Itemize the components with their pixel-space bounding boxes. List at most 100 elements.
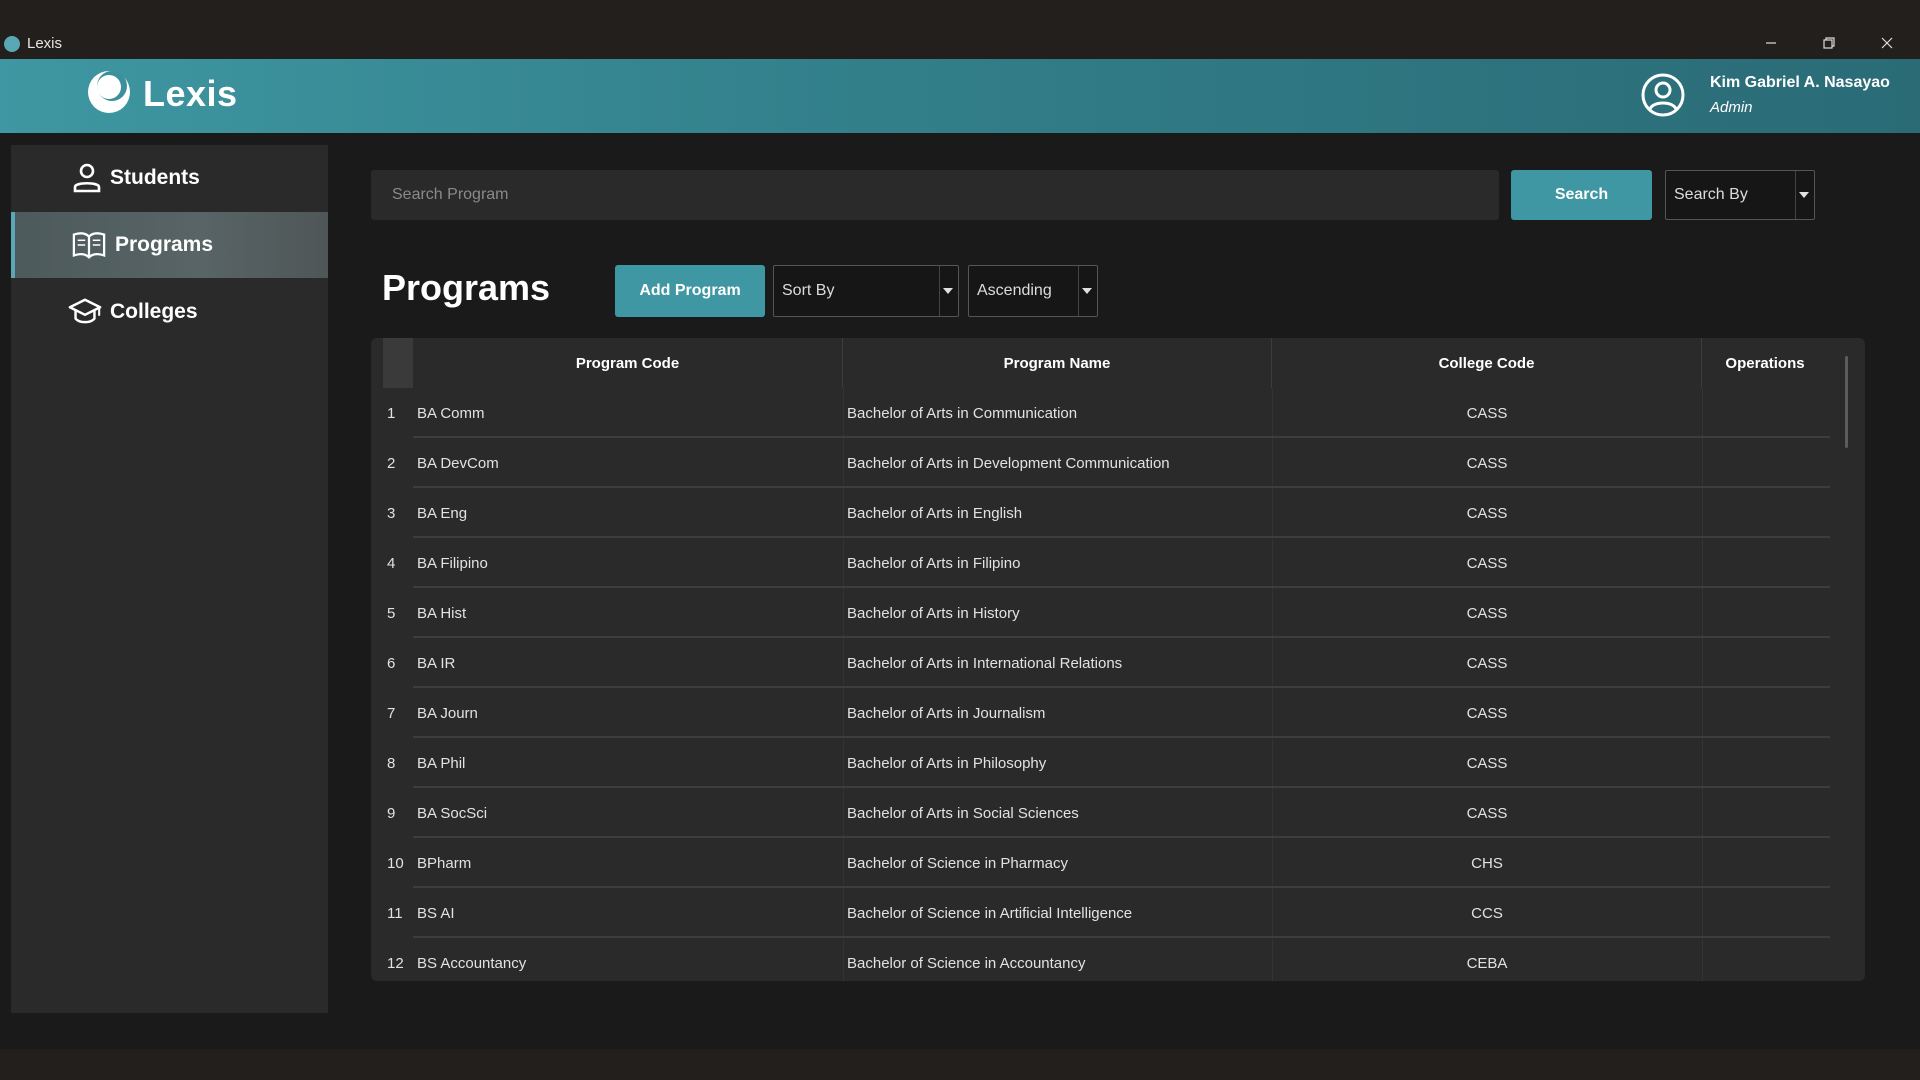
cell-program-code: BA DevCom: [417, 454, 499, 472]
row-index: 10: [387, 854, 404, 872]
table-row[interactable]: 8 BA Phil Bachelor of Arts in Philosophy CA…: [371, 738, 1865, 788]
sidebar: Students Programs Colleges: [11, 145, 328, 1013]
cell-operations[interactable]: [1702, 888, 1828, 938]
table-row[interactable]: 1 BA Comm Bachelor of Arts in Communicatio…: [371, 388, 1865, 438]
column-divider: [1272, 738, 1273, 788]
column-divider: [843, 838, 844, 888]
cell-program-name: Bachelor of Arts in Social Sciences: [847, 804, 1079, 822]
cell-program-code: BS AI: [417, 904, 455, 922]
column-divider: [843, 538, 844, 588]
cell-program-code: BA Eng: [417, 504, 468, 522]
column-divider: [1702, 688, 1703, 738]
table-row[interactable]: 6 BA IR Bachelor of Arts in International …: [371, 638, 1865, 688]
column-divider: [843, 438, 844, 488]
minimize-button[interactable]: [1751, 30, 1791, 56]
cell-operations[interactable]: [1702, 788, 1828, 838]
column-divider: [1702, 438, 1703, 488]
cell-college-code: CCS: [1471, 904, 1503, 922]
column-divider: [843, 638, 844, 688]
cell-program-name: Bachelor of Arts in History: [847, 604, 1020, 622]
table-row[interactable]: 12 BS Accountancy Bachelor of Science in A…: [371, 938, 1865, 981]
cell-program-code: BA Comm: [417, 404, 485, 422]
dropdown-separator: [1078, 266, 1079, 316]
minimize-icon: [1766, 42, 1776, 44]
cell-college-code: CASS: [1466, 504, 1508, 522]
table-row[interactable]: 7 BA Journ Bachelor of Arts in Journalism C…: [371, 688, 1865, 738]
row-index: 8: [387, 754, 396, 772]
cell-operations[interactable]: [1702, 738, 1828, 788]
column-divider: [843, 788, 844, 838]
column-header-program-name[interactable]: Program Name: [843, 338, 1272, 388]
sidebar-item-colleges[interactable]: Colleges: [11, 279, 328, 345]
column-divider: [1702, 838, 1703, 888]
programs-table: Program Code Program Name College Code O…: [371, 338, 1865, 981]
cell-college-code: CEBA: [1466, 954, 1508, 972]
table-row[interactable]: 11 BS AI Bachelor of Science in Artificial…: [371, 888, 1865, 938]
cell-program-name: Bachelor of Arts in Filipino: [847, 554, 1021, 572]
restore-icon: [1823, 37, 1835, 49]
cell-college-code: CASS: [1466, 754, 1508, 772]
cell-operations[interactable]: [1702, 538, 1828, 588]
cell-college-code: CHS: [1471, 854, 1503, 872]
row-index: 12: [387, 954, 404, 972]
restore-button[interactable]: [1809, 30, 1849, 56]
column-divider: [843, 938, 844, 981]
search-button[interactable]: Search: [1511, 170, 1652, 220]
table-row[interactable]: 3 BA Eng Bachelor of Arts in English CASS: [371, 488, 1865, 538]
table-scrollbar[interactable]: [1845, 356, 1848, 448]
search-by-dropdown[interactable]: Search By: [1665, 170, 1815, 220]
add-program-button[interactable]: Add Program: [615, 265, 765, 317]
cell-college-code: CASS: [1466, 804, 1508, 822]
row-index: 3: [387, 504, 396, 522]
cell-operations[interactable]: [1702, 838, 1828, 888]
close-button[interactable]: [1867, 30, 1907, 56]
cell-operations[interactable]: [1702, 388, 1828, 438]
column-divider: [1702, 388, 1703, 438]
column-divider: [1272, 788, 1273, 838]
cell-operations[interactable]: [1702, 638, 1828, 688]
user-icon: [73, 163, 101, 193]
cell-operations[interactable]: [1702, 588, 1828, 638]
column-divider: [1272, 388, 1273, 438]
cell-college-code: CASS: [1466, 454, 1508, 472]
column-header-operations: Operations: [1725, 354, 1805, 372]
cell-program-name: Bachelor of Science in Artificial Intell…: [847, 904, 1133, 922]
cell-program-code: BA Phil: [417, 754, 466, 772]
window-titlebar: Lexis: [0, 0, 1920, 59]
cell-program-name: Bachelor of Arts in Development Communic…: [847, 454, 1170, 472]
column-divider: [1272, 888, 1273, 938]
sidebar-item-students[interactable]: Students: [11, 145, 328, 211]
search-input[interactable]: [371, 170, 1499, 220]
column-divider: [1702, 788, 1703, 838]
table-row[interactable]: 10 BPharm Bachelor of Science in Pharmacy C…: [371, 838, 1865, 888]
column-divider: [1272, 838, 1273, 888]
user-account-icon[interactable]: [1640, 72, 1686, 118]
sidebar-item-programs[interactable]: Programs: [11, 212, 328, 278]
cell-operations[interactable]: [1702, 938, 1828, 981]
book-icon: [72, 232, 106, 259]
cell-college-code: CASS: [1466, 654, 1508, 672]
page-title: Programs: [382, 267, 551, 308]
cell-operations[interactable]: [1702, 688, 1828, 738]
user-role: Admin: [1710, 99, 1753, 116]
table-row[interactable]: 9 BA SocSci Bachelor of Arts in Social Sci…: [371, 788, 1865, 838]
column-divider: [843, 588, 844, 638]
column-header-program-code[interactable]: Program Code: [413, 338, 843, 388]
column-header-college-code[interactable]: College Code: [1272, 338, 1702, 388]
sort-by-dropdown[interactable]: Sort By: [773, 265, 959, 317]
row-index: 2: [387, 454, 396, 472]
column-divider: [1272, 938, 1273, 981]
table-row[interactable]: 5 BA Hist Bachelor of Arts in History CASS: [371, 588, 1865, 638]
column-divider: [843, 388, 844, 438]
table-row[interactable]: 2 BA DevCom Bachelor of Arts in Developmen…: [371, 438, 1865, 488]
column-divider: [1702, 938, 1703, 981]
user-name: Kim Gabriel A. Nasayao: [1710, 74, 1890, 91]
cell-operations[interactable]: [1702, 438, 1828, 488]
chevron-down-icon: [1082, 288, 1092, 294]
table-row[interactable]: 4 BA Filipino Bachelor of Arts in Filipino…: [371, 538, 1865, 588]
sort-order-dropdown[interactable]: Ascending: [968, 265, 1098, 317]
cell-college-code: CASS: [1466, 704, 1508, 722]
cell-operations[interactable]: [1702, 488, 1828, 538]
row-index: 5: [387, 604, 396, 622]
sort-by-label: Sort By: [782, 282, 835, 299]
